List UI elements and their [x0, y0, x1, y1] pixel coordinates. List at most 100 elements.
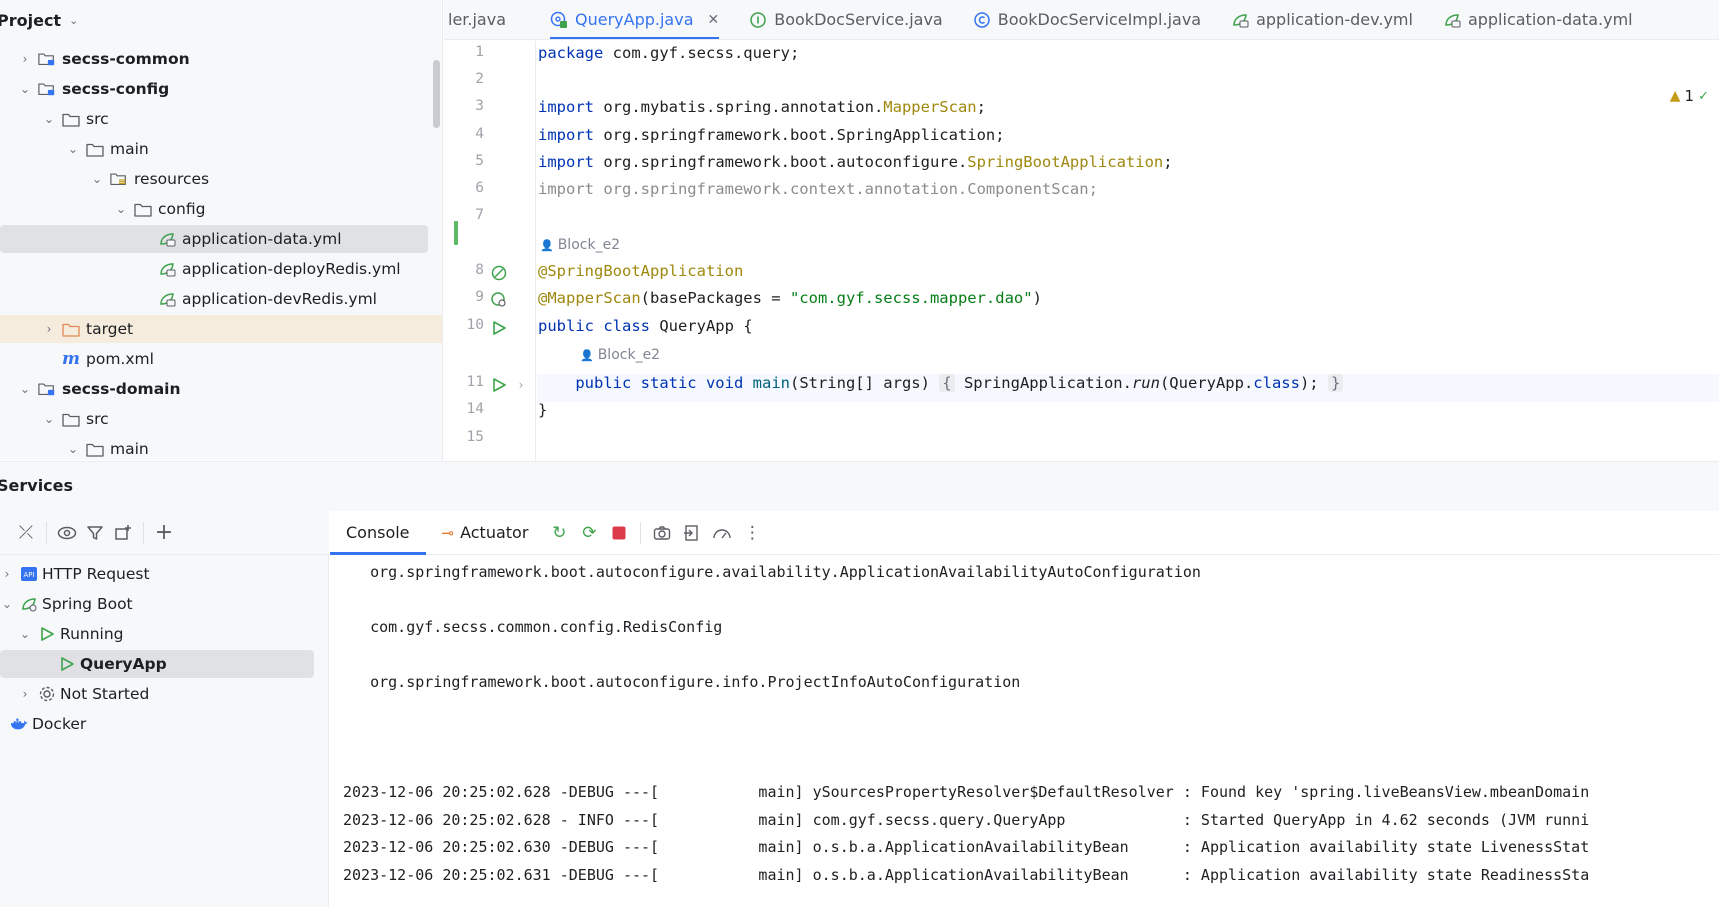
editor-tab[interactable]: ler.java	[448, 0, 506, 39]
collapse-all-icon[interactable]: ⤫	[12, 519, 40, 547]
code-line[interactable]: import org.springframework.context.annot…	[538, 180, 1098, 198]
chevron-right-icon[interactable]: ›	[42, 322, 56, 336]
chevron-right-icon[interactable]: ›	[0, 567, 14, 581]
line-number[interactable]: 1	[444, 44, 484, 60]
code-line[interactable]: import org.springframework.boot.SpringAp…	[538, 126, 1005, 144]
console-line[interactable]: 2023-12-06 20:25:02.628 -DEBUG ---[ main…	[343, 783, 1589, 801]
console-line[interactable]: 2023-12-06 20:25:02.628 - INFO ---[ main…	[343, 811, 1589, 829]
spring-yml-icon	[158, 261, 176, 277]
profiler-icon[interactable]	[707, 518, 737, 548]
code-line[interactable]: import org.mybatis.spring.annotation.Map…	[538, 98, 986, 116]
editor-tab[interactable]: application-data.yml	[1443, 0, 1633, 39]
tab-actuator[interactable]: ⊸ Actuator	[426, 511, 545, 555]
service-item[interactable]: QueryApp	[0, 650, 314, 678]
chevron-down-icon[interactable]: ⌄	[18, 382, 32, 396]
chevron-down-icon[interactable]: ⌄	[18, 82, 32, 96]
console-line[interactable]: org.springframework.boot.autoconfigure.i…	[343, 673, 1020, 691]
camera-icon[interactable]	[647, 518, 677, 548]
line-number[interactable]: 15	[444, 429, 484, 445]
tree-item[interactable]: ⌄ secss-config	[0, 75, 428, 103]
eye-icon[interactable]	[53, 519, 81, 547]
fold-chevron-icon[interactable]: ›	[512, 376, 530, 394]
line-number[interactable]: 3	[444, 98, 484, 114]
tree-item[interactable]: m pom.xml	[0, 345, 428, 373]
run-gutter-icon[interactable]	[490, 376, 508, 394]
service-item[interactable]: ⌄ Running	[0, 620, 314, 648]
tree-item[interactable]: ⌄ main	[0, 135, 428, 163]
code-line[interactable]: public class QueryApp {	[538, 317, 753, 335]
editor-tab[interactable]: QueryApp.java ✕	[550, 0, 720, 39]
code-line[interactable]: }	[538, 401, 547, 419]
console-line[interactable]: 2023-12-06 20:25:02.631 -DEBUG ---[ main…	[343, 866, 1589, 884]
tree-item[interactable]: application-devRedis.yml	[0, 285, 428, 313]
filter-icon[interactable]	[81, 519, 109, 547]
console-line[interactable]: 2023-12-06 20:25:02.630 -DEBUG ---[ main…	[343, 838, 1589, 856]
mapper-scan-icon[interactable]	[490, 291, 508, 309]
chevron-down-icon[interactable]: ⌄	[42, 112, 56, 126]
editor-tab[interactable]: BookDocService.java	[749, 0, 943, 39]
tree-item[interactable]: ⌄ src	[0, 405, 428, 433]
chevron-down-icon[interactable]: ⌄	[90, 172, 104, 186]
line-number[interactable]: 4	[444, 126, 484, 142]
chevron-down-icon[interactable]: ⌄	[0, 597, 14, 611]
tree-item[interactable]: › secss-common	[0, 45, 428, 73]
close-icon[interactable]: ✕	[708, 12, 720, 28]
code-line[interactable]: public static void main(String[] args) {…	[538, 374, 1344, 392]
project-scrollbar[interactable]	[433, 60, 440, 128]
author-inlay-hint[interactable]: 👤 Block_e2	[580, 347, 660, 363]
code-line[interactable]: @MapperScan(basePackages = "com.gyf.secs…	[538, 289, 1042, 307]
code-editor[interactable]: 1 2 3 4 5 6 7 8 9 10 11 14 15 › package com.gyf.secss…	[444, 41, 1719, 460]
chevron-down-icon[interactable]: ⌄	[66, 142, 80, 156]
service-item[interactable]: ⌄ Spring Boot	[0, 590, 314, 618]
restart-debug-icon[interactable]: ⟳	[574, 518, 604, 548]
new-group-icon[interactable]	[109, 519, 137, 547]
line-number[interactable]: 11	[444, 374, 484, 390]
stop-icon[interactable]	[604, 518, 634, 548]
line-number[interactable]: 6	[444, 180, 484, 196]
code-line[interactable]: import org.springframework.boot.autoconf…	[538, 153, 1173, 171]
project-header[interactable]: Project ⌄	[0, 0, 442, 40]
service-item[interactable]: › API HTTP Request	[0, 560, 314, 588]
tree-item[interactable]: ⌄ config	[0, 195, 428, 223]
tree-item[interactable]: › target	[0, 315, 442, 343]
console-line[interactable]: org.springframework.boot.autoconfigure.a…	[343, 563, 1201, 581]
editor-tab[interactable]: BookDocServiceImpl.java	[973, 0, 1201, 39]
code-line[interactable]: package com.gyf.secss.query;	[538, 44, 799, 62]
tree-item[interactable]: ⌄ src	[0, 105, 428, 133]
console-output[interactable]: org.springframework.boot.autoconfigure.a…	[330, 556, 1719, 907]
line-number[interactable]: 5	[444, 153, 484, 169]
chevron-right-icon[interactable]: ›	[18, 52, 32, 66]
line-number[interactable]: 9	[444, 289, 484, 305]
chevron-right-icon[interactable]: ›	[18, 687, 32, 701]
spring-bean-icon[interactable]	[490, 264, 508, 282]
line-number[interactable]: 10	[444, 317, 484, 333]
line-number[interactable]: 14	[444, 401, 484, 417]
tree-item[interactable]: application-deployRedis.yml	[0, 255, 428, 283]
line-number[interactable]: 7	[444, 207, 484, 223]
more-options-icon[interactable]: ⋮	[737, 518, 767, 548]
chevron-down-icon[interactable]: ⌄	[42, 412, 56, 426]
console-line[interactable]: com.gyf.secss.common.config.RedisConfig	[343, 618, 722, 636]
line-number[interactable]: 8	[444, 262, 484, 278]
chevron-down-icon[interactable]: ⌄	[18, 627, 32, 641]
chevron-down-icon[interactable]: ⌄	[69, 14, 78, 27]
add-service-icon[interactable]: +	[150, 519, 178, 547]
vcs-change-marker[interactable]	[454, 221, 458, 245]
tree-item[interactable]: ⌄ secss-domain	[0, 375, 428, 403]
tree-item[interactable]: ⌄ main	[0, 435, 428, 460]
chevron-down-icon[interactable]: ⌄	[66, 442, 80, 456]
inspection-widget[interactable]: ▲ 1 ✓	[1670, 87, 1709, 105]
editor-tab[interactable]: application-dev.yml	[1231, 0, 1413, 39]
run-gutter-icon[interactable]	[490, 319, 508, 337]
tab-console[interactable]: Console	[330, 511, 426, 555]
code-line[interactable]: @SpringBootApplication	[538, 262, 743, 280]
service-item[interactable]: › Not Started	[0, 680, 314, 708]
chevron-down-icon[interactable]: ⌄	[114, 202, 128, 216]
author-inlay-hint[interactable]: 👤 Block_e2	[540, 237, 620, 253]
service-item[interactable]: Docker	[0, 710, 314, 738]
line-number[interactable]: 2	[444, 71, 484, 87]
tree-item[interactable]: application-data.yml	[0, 225, 428, 253]
rerun-icon[interactable]: ↻	[544, 518, 574, 548]
tree-item[interactable]: ⌄ resources	[0, 165, 428, 193]
exit-icon[interactable]	[677, 518, 707, 548]
